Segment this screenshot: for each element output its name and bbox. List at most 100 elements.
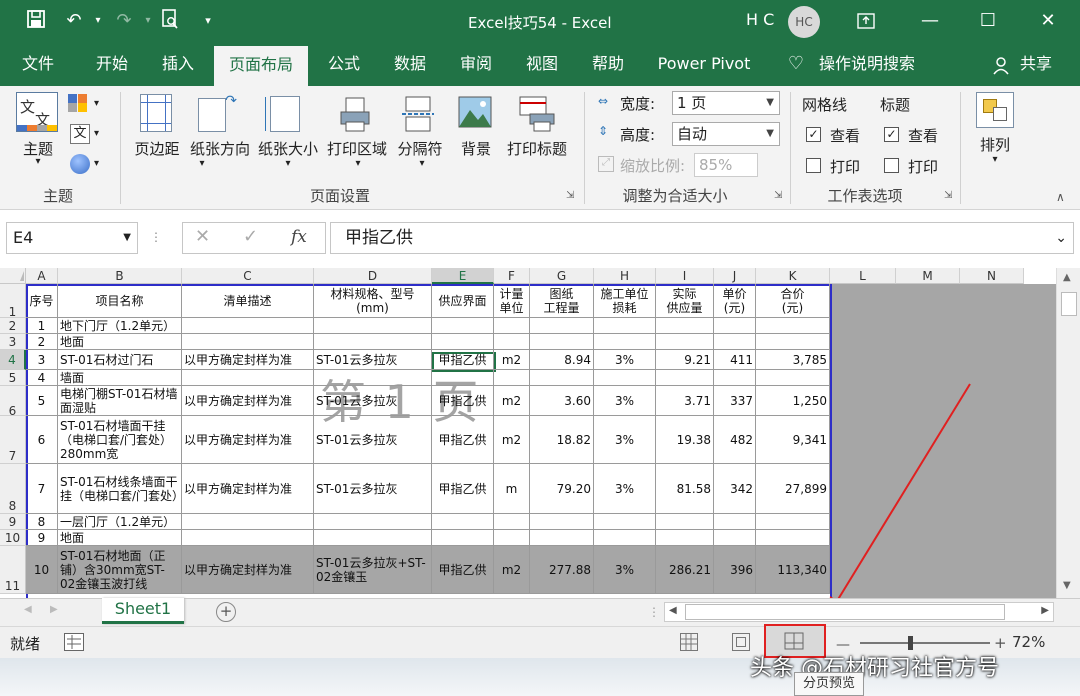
table-cell[interactable] [756,530,830,546]
enter-check-icon[interactable]: ✓ [243,226,258,247]
table-cell[interactable]: 10 [26,546,58,594]
header-cell[interactable]: 合价 (元) [756,284,830,318]
header-cell[interactable]: 单价 (元) [714,284,756,318]
page-layout-view-icon[interactable] [732,633,750,651]
cancel-icon[interactable]: ✕ [195,226,210,247]
table-cell[interactable]: 8 [26,514,58,530]
table-cell[interactable]: 396 [714,546,756,594]
table-cell[interactable]: 以甲方确定封样为准 [182,386,314,416]
row-header-4[interactable]: 4 [0,350,26,370]
orientation-icon[interactable]: ↷ [198,93,237,132]
row-header-7[interactable]: 7 [0,416,26,464]
row-header-10[interactable]: 10 [0,530,26,546]
table-cell[interactable]: ST-01云多拉灰 [314,464,432,514]
table-cell[interactable]: 81.58 [656,464,714,514]
table-cell[interactable]: 一层门厅（1.2单元） [58,514,182,530]
header-cell[interactable]: 计量 单位 [494,284,530,318]
column-header-j[interactable]: J [714,268,756,284]
table-cell[interactable] [530,530,594,546]
column-header-k[interactable]: K [756,268,830,284]
tab-formulas[interactable]: 公式 [316,42,372,86]
table-cell[interactable] [314,334,432,350]
column-header-c[interactable]: C [182,268,314,284]
share-button[interactable]: 共享 [1014,42,1058,86]
column-header-b[interactable]: B [58,268,182,284]
breaks-button-label[interactable]: 分隔符 [394,138,446,159]
table-cell[interactable] [714,370,756,386]
table-cell[interactable] [494,370,530,386]
table-cell[interactable]: 79.20 [530,464,594,514]
orientation-dropdown-icon[interactable]: ▾ [196,158,208,169]
table-cell[interactable] [756,514,830,530]
row-header-1[interactable]: 1 [0,284,26,319]
table-cell[interactable]: ST-01云多拉灰 [314,350,432,370]
table-cell[interactable]: 8.94 [530,350,594,370]
table-cell[interactable] [756,334,830,350]
table-cell[interactable]: ST-01石材地面（正铺）含30mm宽ST-02金镶玉波打线 [58,546,182,594]
table-cell[interactable] [656,514,714,530]
row-header-2[interactable]: 2 [0,318,26,334]
header-cell[interactable]: 清单描述 [182,284,314,318]
table-cell[interactable]: 3% [594,386,656,416]
header-cell[interactable]: 材料规格、型号 (mm) [314,284,432,318]
select-all-corner[interactable] [0,268,26,284]
table-cell[interactable]: 地面 [58,334,182,350]
background-icon[interactable] [458,96,492,130]
arrange-icon[interactable] [976,92,1014,128]
scroll-thumb[interactable] [1061,292,1077,316]
header-cell[interactable]: 供应界面 [432,284,494,318]
tab-review[interactable]: 审阅 [448,42,504,86]
table-cell[interactable] [530,370,594,386]
table-cell[interactable]: m2 [494,386,530,416]
undo-icon[interactable]: ↶ [62,9,86,33]
row-header-11[interactable]: 11 [0,546,26,594]
horizontal-scroll-thumb[interactable] [685,604,1005,620]
width-select[interactable]: 1 页 ▼ [672,91,780,115]
table-cell[interactable]: 1 [26,318,58,334]
close-icon[interactable]: ✕ [1018,0,1078,42]
tab-view[interactable]: 视图 [514,42,570,86]
ribbon-display-icon[interactable] [836,0,896,42]
table-cell[interactable] [656,334,714,350]
table-cell[interactable]: 墙面 [58,370,182,386]
headings-print-checkbox[interactable] [884,158,899,173]
tab-power-pivot[interactable]: Power Pivot [650,42,758,86]
margins-icon[interactable] [140,94,172,132]
arrange-dropdown-icon[interactable]: ▾ [988,154,1002,165]
tell-me-search[interactable]: 操作说明搜索 [812,42,922,86]
table-cell[interactable] [756,318,830,334]
zoom-level[interactable]: 72% [1012,633,1045,651]
table-cell[interactable]: 3.60 [530,386,594,416]
breaks-icon[interactable] [402,96,434,132]
tab-split-icon[interactable]: ⋮ [648,605,660,619]
table-cell[interactable]: ST-01石材线条墙面干挂（电梯口套/门套处） [58,464,182,514]
table-cell[interactable] [530,318,594,334]
table-cell[interactable] [714,514,756,530]
table-cell[interactable]: m2 [494,546,530,594]
scale-launcher-icon[interactable]: ⇲ [774,190,782,201]
table-cell[interactable] [756,370,830,386]
themes-dropdown-icon[interactable]: ▾ [24,156,52,167]
table-cell[interactable]: 277.88 [530,546,594,594]
undo-dropdown-icon[interactable]: ▾ [86,9,110,33]
table-cell[interactable]: 以甲方确定封样为准 [182,416,314,464]
table-cell[interactable]: 113,340 [756,546,830,594]
table-cell[interactable]: 482 [714,416,756,464]
column-header-h[interactable]: H [594,268,656,284]
table-cell[interactable] [530,334,594,350]
table-cell[interactable]: 9.21 [656,350,714,370]
column-header-f[interactable]: F [494,268,530,284]
table-cell[interactable] [594,530,656,546]
size-button-label[interactable]: 纸张大小 [254,138,322,159]
header-cell[interactable]: 序号 [26,284,58,318]
table-cell[interactable] [182,514,314,530]
header-cell[interactable]: 图纸 工程量 [530,284,594,318]
table-cell[interactable]: 3% [594,546,656,594]
table-cell[interactable]: ST-01云多拉灰 [314,386,432,416]
name-box[interactable]: E4 ▼ [6,222,138,254]
theme-fonts-dropdown-icon[interactable]: ▾ [94,128,99,139]
margins-button-label[interactable]: 页边距 [130,138,184,159]
column-header-g[interactable]: G [530,268,594,284]
vertical-scrollbar[interactable]: ▲ ▼ [1056,268,1080,598]
avatar[interactable]: HC [788,6,820,38]
